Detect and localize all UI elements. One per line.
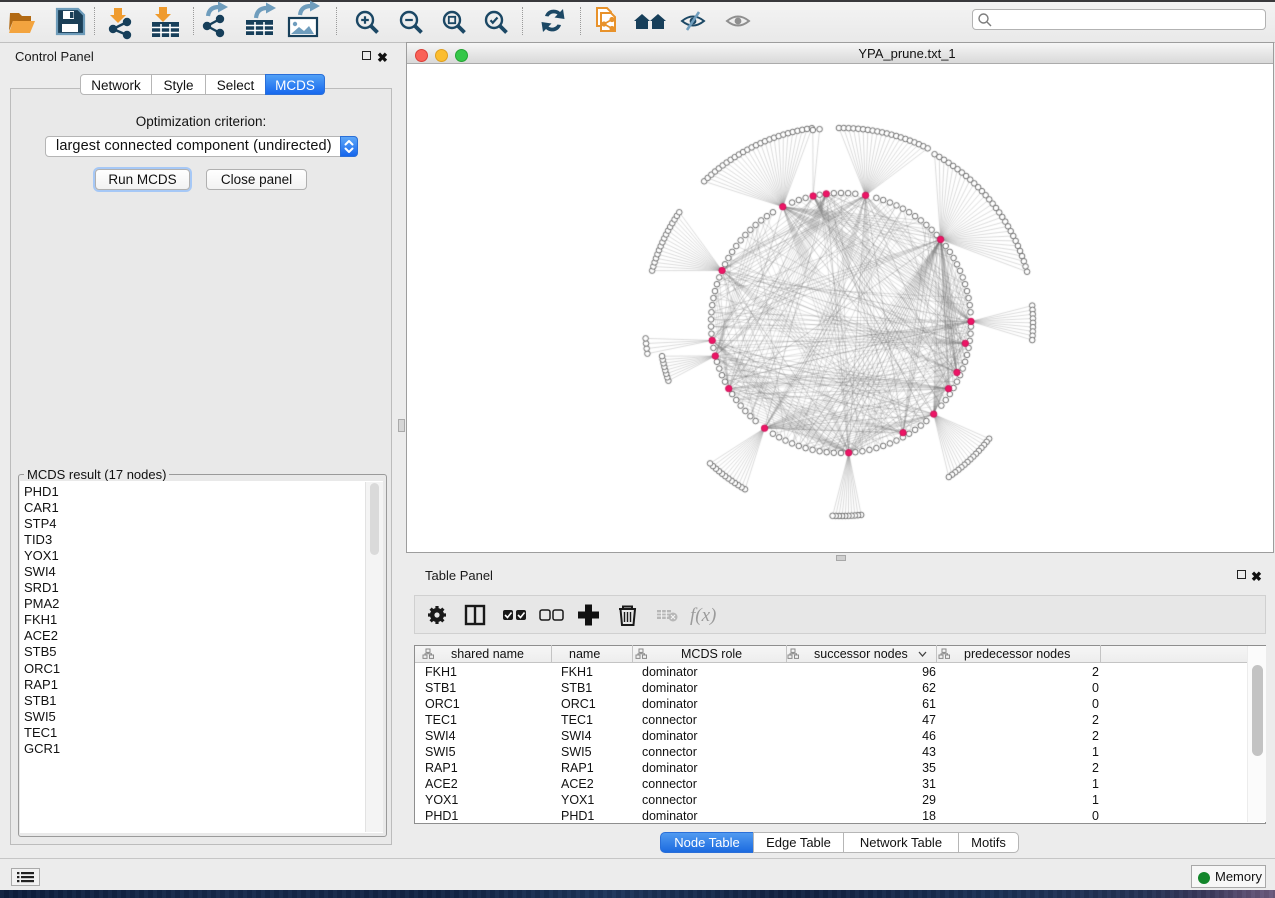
svg-text:f(x): f(x) [690, 605, 716, 626]
